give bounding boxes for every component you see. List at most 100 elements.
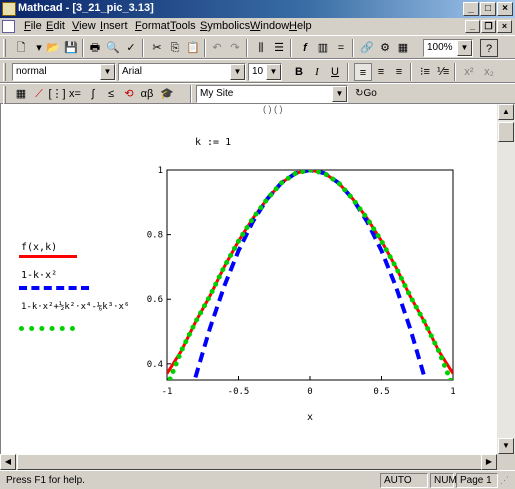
scroll-right-arrow-icon[interactable]: ▶	[481, 454, 497, 470]
horizontal-scroll-thumb[interactable]	[17, 454, 487, 470]
series-line-3	[167, 170, 453, 380]
numbering-icon[interactable]: ⅟≡	[434, 63, 452, 81]
legend-label-f: f(x,k)	[21, 242, 58, 253]
symbolic-palette-icon[interactable]: 🎓	[158, 85, 176, 103]
y-tick-label: 1	[158, 166, 163, 176]
toolbar-grip[interactable]	[3, 63, 6, 81]
scroll-up-arrow-icon[interactable]: ▲	[498, 104, 514, 120]
align-left-icon[interactable]: ≡	[354, 63, 372, 81]
doc-restore-button[interactable]: ❐	[481, 20, 496, 33]
zoom-dropdown-arrow-icon[interactable]: ▼	[457, 40, 472, 56]
save-icon[interactable]: 💾	[62, 39, 80, 57]
menu-format[interactable]: Format	[135, 20, 170, 32]
web-site-dropdown-arrow-icon[interactable]: ▼	[332, 86, 347, 102]
y-tick-label: 0.8	[147, 231, 163, 241]
close-button[interactable]: ×	[497, 2, 513, 16]
menu-symbolics[interactable]: Symbolics	[200, 20, 250, 32]
menu-file[interactable]: File	[24, 20, 42, 32]
insert-unit-icon[interactable]: ▥	[314, 39, 332, 57]
align-center-icon[interactable]: ≡	[372, 63, 390, 81]
toolbar-separator	[454, 63, 456, 81]
toolbar-separator	[190, 85, 192, 103]
worksheet-area[interactable]: ( ) ( ) k := 1 f(x,k) 1-k·x² 1-k·x²+½k²·…	[0, 104, 497, 454]
status-help-text: Press F1 for help.	[6, 475, 85, 486]
align-across-icon[interactable]: ⫼	[252, 39, 270, 57]
calculate-icon[interactable]: =	[332, 39, 350, 57]
spell-check-icon[interactable]: ✓	[122, 39, 140, 57]
greek-palette-icon[interactable]: αβ	[138, 85, 156, 103]
toolbar-separator	[142, 39, 144, 57]
vertical-scrollbar[interactable]: ▲ ▼	[497, 104, 515, 454]
insert-hyperlink-icon[interactable]: 🔗	[358, 39, 376, 57]
align-right-icon[interactable]: ≡	[390, 63, 408, 81]
go-button[interactable]: ↻Go	[352, 85, 380, 103]
web-site-combo[interactable]: My Site	[196, 85, 348, 103]
print-icon[interactable]: 🖶	[86, 39, 104, 57]
resource-center-icon[interactable]: ▦	[394, 39, 412, 57]
style-dropdown-arrow-icon[interactable]: ▼	[100, 64, 115, 80]
toolbar-grip[interactable]	[3, 39, 6, 57]
calculus-palette-icon[interactable]: ∫	[84, 85, 102, 103]
help-icon[interactable]: ?	[480, 39, 498, 57]
cut-off-region: ( ) ( )	[263, 104, 283, 114]
menu-view[interactable]: View	[72, 20, 96, 32]
status-auto: AUTO	[380, 473, 428, 488]
resize-grip-icon[interactable]: ⋰	[500, 475, 509, 486]
toolbar-separator	[352, 39, 354, 57]
print-preview-icon[interactable]: 🔍	[104, 39, 122, 57]
menu-help[interactable]: Help	[289, 20, 312, 32]
underline-button[interactable]: U	[326, 63, 344, 81]
boolean-palette-icon[interactable]: ≤	[102, 85, 120, 103]
menu-window[interactable]: Window	[250, 20, 289, 32]
scroll-down-arrow-icon[interactable]: ▼	[498, 438, 514, 454]
scroll-left-arrow-icon[interactable]: ◀	[0, 454, 16, 470]
mathcad-app-icon[interactable]	[2, 2, 16, 16]
italic-button[interactable]: I	[308, 63, 326, 81]
menu-edit[interactable]: Edit	[46, 20, 65, 32]
horizontal-scrollbar[interactable]: ◀ ▶	[0, 454, 497, 470]
subscript-icon[interactable]: x₂	[480, 63, 498, 81]
menu-insert[interactable]: Insert	[100, 20, 128, 32]
paste-icon[interactable]: 📋	[184, 39, 202, 57]
bold-button[interactable]: B	[290, 63, 308, 81]
document-icon[interactable]	[2, 20, 15, 33]
scroll-corner	[497, 454, 515, 470]
font-size-dropdown-arrow-icon[interactable]: ▼	[266, 64, 281, 80]
y-tick-label: 0.6	[147, 295, 163, 305]
new-document-icon[interactable]: 🗋	[12, 39, 30, 57]
series-line-1	[167, 170, 453, 375]
bullets-icon[interactable]: ⁝≡	[416, 63, 434, 81]
definition-k[interactable]: k := 1	[195, 137, 231, 148]
superscript-icon[interactable]: x²	[460, 63, 478, 81]
x-tick-label: 1	[450, 387, 455, 397]
doc-minimize-button[interactable]: _	[465, 20, 480, 33]
redo-icon[interactable]: ↷	[226, 39, 244, 57]
formatting-toolbar: normal ▼ Arial ▼ 10 ▼ B I U ≡ ≡ ≡ ⁝≡ ⅟≡ …	[0, 59, 515, 83]
copy-icon[interactable]: ⎘	[166, 39, 184, 57]
font-dropdown-arrow-icon[interactable]: ▼	[230, 64, 245, 80]
insert-function-icon[interactable]: f	[296, 39, 314, 57]
toolbar-grip[interactable]	[3, 86, 6, 104]
doc-close-button[interactable]: ×	[497, 20, 512, 33]
undo-icon[interactable]: ↶	[208, 39, 226, 57]
cut-icon[interactable]: ✂	[148, 39, 166, 57]
x-axis-label: x	[307, 412, 313, 423]
maximize-button[interactable]: □	[480, 2, 496, 16]
minimize-button[interactable]: _	[463, 2, 479, 16]
go-icon: ↻	[355, 88, 364, 99]
insert-component-icon[interactable]: ⚙	[376, 39, 394, 57]
matrix-palette-icon[interactable]: [⋮]	[48, 85, 66, 103]
programming-palette-icon[interactable]: ⟲	[120, 85, 138, 103]
vertical-scroll-thumb[interactable]	[498, 122, 514, 142]
menu-tools[interactable]: Tools	[170, 20, 196, 32]
x-tick-label: -0.5	[228, 387, 250, 397]
font-combo[interactable]: Arial	[118, 63, 246, 81]
align-down-icon[interactable]: ☰	[270, 39, 288, 57]
calculator-palette-icon[interactable]: ▦	[12, 85, 30, 103]
title-bar: Mathcad - [3_21_pic_3.13] _ □ ×	[0, 0, 515, 18]
open-folder-icon[interactable]: 📂	[44, 39, 62, 57]
graph-palette-icon[interactable]: ⟋	[30, 85, 48, 103]
xy-plot[interactable]: 0.4 0.6 0.8 1 -1 -0.5 0 0.5 1 x	[141, 166, 481, 446]
evaluation-palette-icon[interactable]: x=	[66, 85, 84, 103]
x-tick-label: 0	[307, 387, 312, 397]
